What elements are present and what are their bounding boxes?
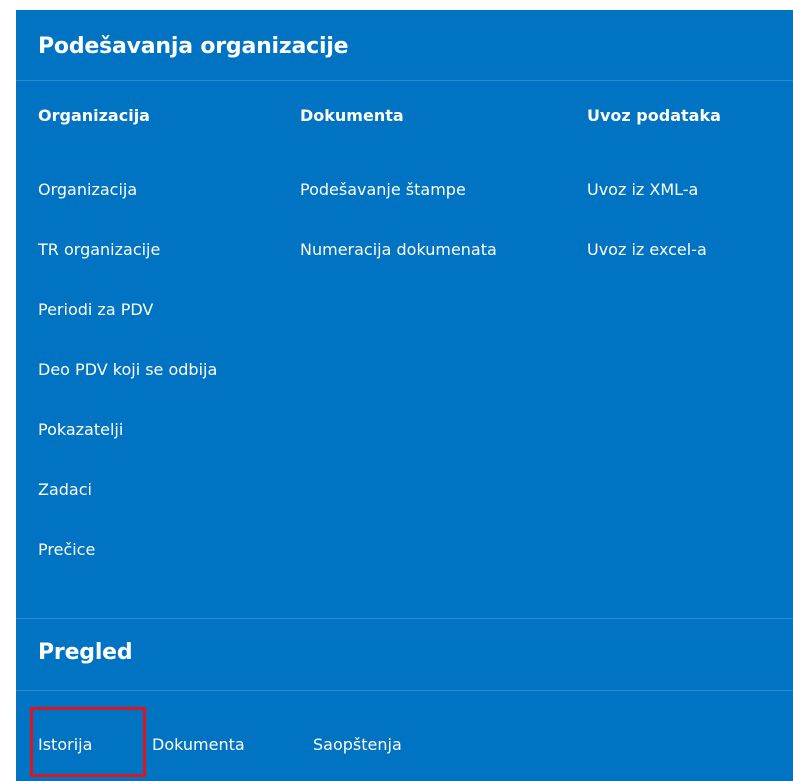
link-periodi-za-pdv[interactable]: Periodi za PDV <box>38 300 217 320</box>
link-organizacija[interactable]: Organizacija <box>38 180 217 200</box>
column-heading: Uvoz podataka <box>587 106 721 125</box>
column-list: Uvoz iz XML-a Uvoz iz excel-a <box>587 180 721 260</box>
link-zadaci[interactable]: Zadaci <box>38 480 217 500</box>
tab-dokumenta[interactable]: Dokumenta <box>152 735 245 755</box>
divider <box>16 690 793 691</box>
link-podesavanje-stampe[interactable]: Podešavanje štampe <box>300 180 497 200</box>
column-list: Podešavanje štampe Numeracija dokumenata <box>300 180 497 260</box>
column-uvoz-podataka: Uvoz podataka Uvoz iz XML-a Uvoz iz exce… <box>587 106 721 300</box>
column-heading: Dokumenta <box>300 106 404 125</box>
link-precice[interactable]: Prečice <box>38 540 217 560</box>
tab-saopstenja[interactable]: Saopštenja <box>313 735 402 755</box>
divider <box>16 618 793 619</box>
overview-title: Pregled <box>38 640 133 665</box>
tab-istorija[interactable]: Istorija <box>38 735 92 755</box>
link-tr-organizacije[interactable]: TR organizacije <box>38 240 217 260</box>
link-pokazatelji[interactable]: Pokazatelji <box>38 420 217 440</box>
column-heading: Organizacija <box>38 106 150 125</box>
column-dokumenta: Dokumenta Podešavanje štampe Numeracija … <box>300 106 497 300</box>
settings-title: Podešavanja organizacije <box>38 34 349 59</box>
link-uvoz-iz-xml[interactable]: Uvoz iz XML-a <box>587 180 721 200</box>
link-deo-pdv[interactable]: Deo PDV koji se odbija <box>38 360 217 380</box>
link-uvoz-iz-excel[interactable]: Uvoz iz excel-a <box>587 240 721 260</box>
column-list: Organizacija TR organizacije Periodi za … <box>38 180 217 560</box>
divider <box>16 80 793 81</box>
column-organizacija: Organizacija Organizacija TR organizacij… <box>38 106 217 600</box>
link-numeracija-dokumenata[interactable]: Numeracija dokumenata <box>300 240 497 260</box>
settings-panel: Podešavanja organizacije Organizacija Or… <box>16 10 793 781</box>
